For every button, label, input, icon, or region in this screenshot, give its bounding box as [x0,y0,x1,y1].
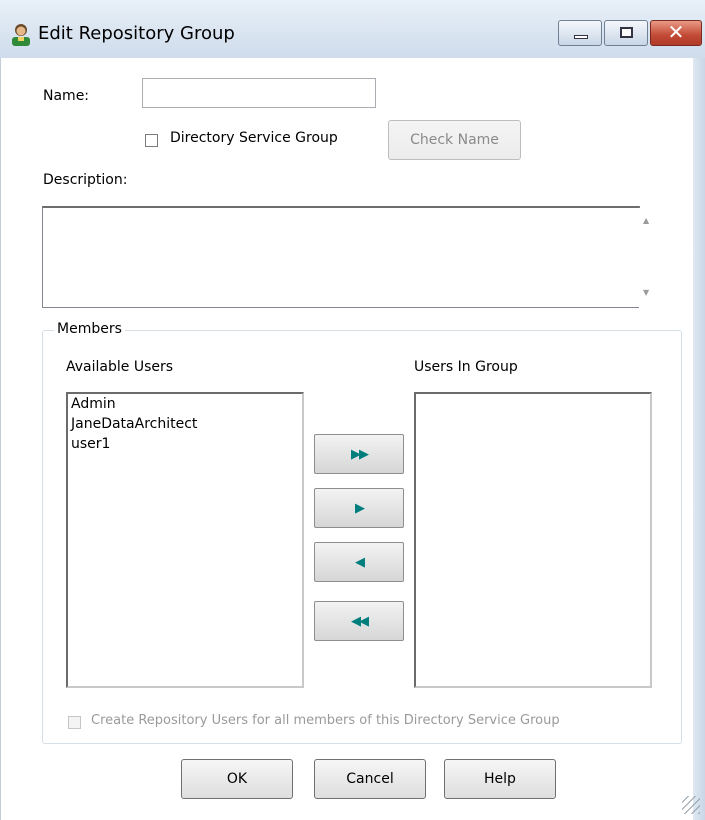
description-label: Description: [43,172,128,188]
members-legend: Members [54,321,125,337]
left-arrow-icon: ◀ [355,555,365,570]
window-title: Edit Repository Group [38,23,235,44]
close-button[interactable]: ✕ [650,20,702,46]
create-repository-users-checkbox[interactable] [68,716,81,729]
user-group-icon [12,24,30,46]
resize-grip[interactable] [682,796,700,814]
maximize-icon [620,27,633,38]
available-users-list[interactable]: Admin JaneDataArchitect user1 [66,392,304,688]
available-users-label: Available Users [66,359,174,375]
scroll-down-icon[interactable]: ▼ [643,288,649,297]
double-left-arrow-icon: ◀◀ [351,614,369,629]
add-all-button[interactable]: ▶▶ [314,434,404,474]
list-item[interactable]: JaneDataArchitect [68,414,302,434]
minimize-icon [574,35,588,39]
right-arrow-icon: ▶ [355,501,365,516]
users-in-group-label: Users In Group [414,359,518,375]
description-scrollbar[interactable]: ▲ ▼ [639,208,656,308]
window-frame-right [693,0,705,820]
name-label: Name: [43,88,90,104]
add-button[interactable]: ▶ [314,488,404,528]
users-in-group-list[interactable] [414,392,652,688]
ok-button[interactable]: OK [181,759,293,799]
scroll-up-icon[interactable]: ▲ [643,216,649,225]
title-bar[interactable]: Edit Repository Group ✕ [0,0,705,58]
help-button[interactable]: Help [444,759,556,799]
list-item[interactable]: user1 [68,434,302,454]
close-icon: ✕ [667,20,685,44]
double-right-arrow-icon: ▶▶ [351,447,369,462]
directory-service-group-checkbox[interactable] [145,134,158,147]
check-name-button[interactable]: Check Name [388,120,521,160]
name-input[interactable] [142,78,376,108]
list-item[interactable]: Admin [68,394,302,414]
remove-button[interactable]: ◀ [314,542,404,582]
minimize-button[interactable] [558,20,602,46]
cancel-button[interactable]: Cancel [314,759,426,799]
remove-all-button[interactable]: ◀◀ [314,601,404,641]
create-repository-users-label: Create Repository Users for all members … [91,713,560,728]
directory-service-group-label: Directory Service Group [170,130,338,146]
description-textarea[interactable]: ▲ ▼ [42,206,656,308]
maximize-button[interactable] [604,20,648,46]
